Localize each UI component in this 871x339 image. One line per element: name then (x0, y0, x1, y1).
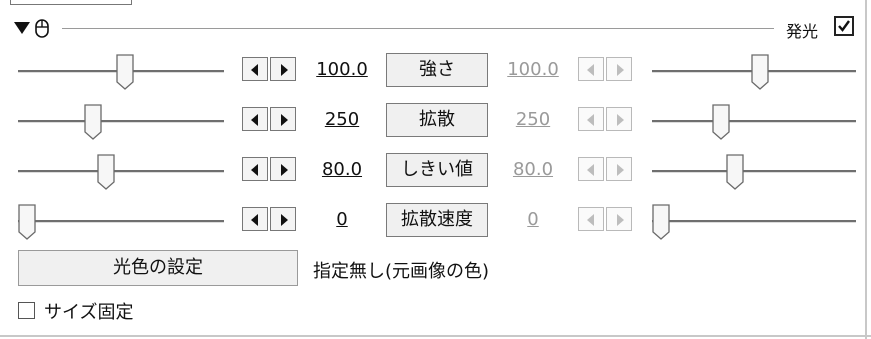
slider-thumb-start[interactable] (97, 154, 115, 190)
triangle-down-icon[interactable] (14, 22, 30, 34)
param-row: 100.0 強さ 100.0 (0, 48, 871, 92)
value-end: 0 (527, 209, 539, 230)
value-start[interactable]: 100.0 (307, 59, 377, 80)
decrement-button[interactable] (242, 157, 268, 181)
spin-buttons-start (242, 57, 296, 83)
spin-buttons-end (578, 207, 632, 233)
arrow-right-icon (281, 164, 288, 176)
param-name-button[interactable]: 強さ (386, 53, 488, 87)
header-divider (62, 28, 774, 29)
arrow-right-icon (617, 214, 624, 226)
arrow-left-icon (587, 114, 594, 126)
spin-buttons-start (242, 107, 296, 133)
arrow-left-icon (251, 164, 258, 176)
slider-thumb-end[interactable] (726, 154, 745, 190)
arrow-left-icon (587, 164, 594, 176)
arrow-right-icon (281, 214, 288, 226)
spin-buttons-start (242, 207, 296, 233)
arrow-left-icon (587, 214, 594, 226)
slider-track-end[interactable] (652, 170, 856, 173)
decrement-button[interactable] (242, 107, 268, 131)
value-end: 250 (515, 109, 551, 130)
light-color-status: 指定無し(元画像の色) (313, 261, 490, 282)
slider-thumb-end[interactable] (750, 54, 769, 90)
slider-thumb-start[interactable] (84, 104, 102, 140)
slider-track-start[interactable] (18, 220, 224, 223)
arrow-right-icon (281, 64, 288, 76)
size-fixed-label: サイズ固定 (44, 302, 134, 323)
effect-name-label: 発光 (786, 22, 819, 41)
spin-buttons-end (578, 107, 632, 133)
increment-button[interactable] (270, 157, 296, 181)
increment-button-disabled (606, 107, 632, 131)
param-row: 80.0 しきい値 80.0 (0, 148, 871, 192)
arrow-left-icon (251, 214, 258, 226)
arrow-right-icon (281, 114, 288, 126)
value-end: 100.0 (507, 59, 559, 80)
spin-buttons-start (242, 157, 296, 183)
value-end: 80.0 (512, 159, 554, 180)
increment-button[interactable] (270, 207, 296, 231)
panel-border-bottom (0, 335, 871, 337)
increment-button[interactable] (270, 57, 296, 81)
param-name-button[interactable]: 拡散 (386, 103, 488, 137)
mouse-icon (35, 19, 49, 38)
glow-effect-panel: 発光 100.0 強さ 100.0 250 拡散 250 80.0 しきい値 80.0 0 拡散速度… (0, 0, 871, 339)
param-row: 250 拡散 250 (0, 98, 871, 142)
arrow-left-icon (251, 64, 258, 76)
arrow-right-icon (617, 164, 624, 176)
slider-track-end[interactable] (652, 220, 856, 223)
increment-button-disabled (606, 57, 632, 81)
value-start[interactable]: 80.0 (307, 159, 377, 180)
slider-track-start[interactable] (18, 120, 224, 123)
param-name-button[interactable]: 拡散速度 (386, 203, 488, 237)
arrow-right-icon (617, 114, 624, 126)
slider-thumb-start[interactable] (116, 54, 134, 90)
increment-button-disabled (606, 157, 632, 181)
spin-buttons-end (578, 57, 632, 83)
decrement-button-disabled (578, 107, 604, 131)
slider-thumb-end[interactable] (652, 204, 670, 240)
arrow-left-icon (587, 64, 594, 76)
size-fixed-checkbox[interactable] (18, 302, 35, 319)
slider-track-start[interactable] (18, 170, 224, 173)
arrow-right-icon (617, 64, 624, 76)
decrement-button[interactable] (242, 57, 268, 81)
slider-thumb-end[interactable] (711, 104, 730, 140)
decrement-button-disabled (578, 157, 604, 181)
effect-header: 発光 (0, 14, 871, 44)
previous-section-edge (10, 0, 132, 5)
decrement-button[interactable] (242, 207, 268, 231)
param-name-button[interactable]: しきい値 (386, 153, 488, 187)
value-start[interactable]: 0 (307, 209, 377, 230)
spin-buttons-end (578, 157, 632, 183)
decrement-button-disabled (578, 207, 604, 231)
arrow-left-icon (251, 114, 258, 126)
increment-button[interactable] (270, 107, 296, 131)
param-row: 0 拡散速度 0 (0, 198, 871, 242)
light-color-settings-button[interactable]: 光色の設定 (18, 250, 298, 286)
value-start[interactable]: 250 (307, 109, 377, 130)
checkmark-icon (838, 20, 850, 32)
slider-thumb-start[interactable] (18, 204, 36, 240)
decrement-button-disabled (578, 57, 604, 81)
slider-track-end[interactable] (652, 120, 856, 123)
increment-button-disabled (606, 207, 632, 231)
effect-enable-checkbox[interactable] (834, 16, 854, 36)
